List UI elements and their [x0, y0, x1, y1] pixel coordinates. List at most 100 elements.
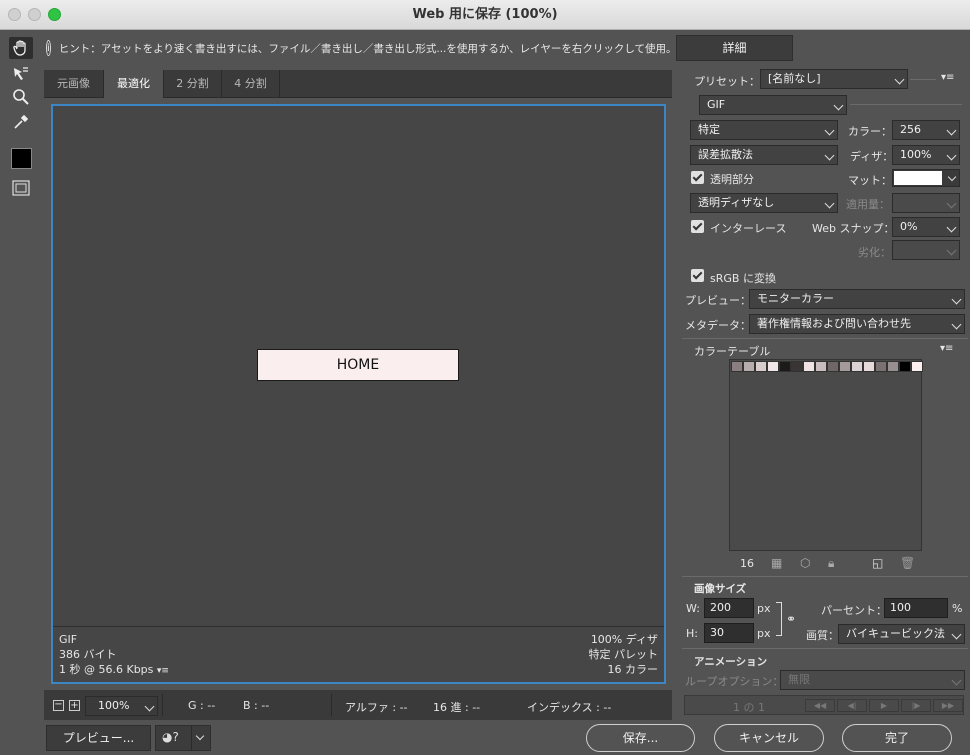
color-swatch[interactable] — [863, 361, 875, 372]
chevron-down-icon — [946, 245, 957, 256]
divider — [910, 79, 936, 80]
magnifier-icon — [13, 89, 29, 105]
color-reduction-select[interactable]: 特定 — [690, 120, 838, 140]
play-icon[interactable]: ▶ — [869, 699, 899, 712]
minimize-window-button[interactable] — [28, 8, 41, 21]
color-table-menu-icon[interactable]: ▾≡ — [940, 343, 953, 354]
transparency-dither-select[interactable]: 透明ディザなし — [690, 193, 838, 213]
color-swatch[interactable] — [875, 361, 887, 372]
tab-original[interactable]: 元画像 — [44, 70, 104, 98]
color-swatch[interactable] — [755, 361, 767, 372]
tool-panel — [0, 31, 40, 755]
chevron-down-icon — [946, 222, 957, 233]
download-speed-menu-icon[interactable]: ▾≡ — [157, 666, 169, 676]
loop-options-select[interactable]: 無限 — [780, 670, 965, 690]
cube-icon[interactable]: ⬡ — [800, 556, 810, 570]
lossy-label: 劣化： — [858, 246, 891, 259]
web-snap-value: 0% — [900, 220, 918, 233]
color-swatch[interactable] — [803, 361, 815, 372]
colors-select[interactable]: 256 — [892, 120, 960, 140]
preset-menu-icon[interactable]: ▾≡ — [941, 72, 954, 83]
color-swatch[interactable] — [851, 361, 863, 372]
animation-title: アニメーション — [694, 656, 768, 668]
tab-4up[interactable]: 4 分割 — [222, 70, 280, 98]
interlace-checkbox[interactable] — [691, 220, 704, 233]
done-button[interactable]: 完了 — [842, 724, 952, 752]
chevron-down-icon — [951, 319, 962, 330]
width-input[interactable]: 200 — [704, 598, 754, 618]
color-swatch[interactable] — [839, 361, 851, 372]
dither-amount-select[interactable]: 100% — [892, 145, 960, 165]
preview-canvas[interactable]: GIF 386 バイト 1 秒 @ 56.6 Kbps ▾≡ 100% ディザ … — [51, 104, 666, 684]
preview-color-select[interactable]: モニターカラー — [749, 289, 965, 309]
width-label: W: — [686, 602, 700, 615]
save-button[interactable]: 保存... — [586, 724, 695, 752]
height-label: H: — [686, 627, 698, 640]
next-frame-icon[interactable]: |▶ — [901, 699, 931, 712]
info-colors: 16 カラー — [607, 663, 659, 676]
dither-amount-value: 100% — [900, 148, 932, 161]
percent-unit: % — [952, 602, 963, 615]
toggle-slices-visibility[interactable] — [9, 177, 33, 199]
new-color-icon[interactable]: ◱ — [872, 556, 883, 570]
color-swatch[interactable] — [827, 361, 839, 372]
amount-select[interactable] — [892, 193, 960, 213]
lock-color-icon[interactable]: 🔒︎ — [828, 556, 834, 571]
previous-frame-icon[interactable]: ◀| — [837, 699, 867, 712]
dither-algorithm-value: 誤差拡散法 — [698, 148, 753, 161]
first-frame-icon[interactable]: ◀◀ — [805, 699, 835, 712]
lossy-select[interactable] — [892, 240, 960, 260]
eyedropper-color-swatch[interactable] — [11, 148, 32, 169]
zoom-level-select[interactable]: 100% — [85, 696, 158, 716]
color-swatch[interactable] — [779, 361, 791, 372]
color-swatch[interactable] — [887, 361, 899, 372]
cancel-button[interactable]: キャンセル — [714, 724, 824, 752]
zoom-in-button[interactable]: + — [69, 700, 80, 711]
hand-tool[interactable] — [9, 37, 33, 59]
color-table-grid[interactable] — [729, 359, 923, 551]
slice-select-tool[interactable] — [9, 63, 33, 85]
zoom-tool[interactable] — [9, 86, 33, 108]
zoom-window-button[interactable] — [48, 8, 61, 21]
srgb-checkbox[interactable] — [691, 269, 704, 282]
divider — [191, 726, 192, 750]
tab-optimized[interactable]: 最適化 — [104, 70, 164, 98]
color-swatch[interactable] — [911, 361, 923, 372]
detail-button[interactable]: 詳細 — [676, 35, 793, 61]
chevron-down-icon — [195, 731, 205, 741]
percent-input[interactable]: 100 — [884, 598, 948, 618]
matte-color-swatch — [894, 171, 942, 185]
matte-select[interactable] — [892, 169, 960, 187]
color-count: 16 — [740, 557, 754, 570]
color-swatch[interactable] — [899, 361, 911, 372]
tab-2up[interactable]: 2 分割 — [164, 70, 222, 98]
file-format-select[interactable]: GIF — [699, 95, 847, 115]
chevron-down-icon — [946, 125, 957, 136]
dither-algorithm-select[interactable]: 誤差拡散法 — [690, 145, 838, 165]
zoom-out-button[interactable]: − — [53, 700, 64, 711]
eyedropper-tool[interactable] — [9, 111, 33, 133]
trash-icon[interactable]: 🗑︎ — [900, 556, 915, 570]
height-input[interactable]: 30 — [704, 623, 754, 643]
transparency-checkbox[interactable] — [691, 171, 704, 184]
last-frame-icon[interactable]: ▶▶ — [933, 699, 963, 712]
close-window-button[interactable] — [8, 8, 21, 21]
color-swatch[interactable] — [731, 361, 743, 372]
divider — [682, 648, 968, 649]
color-swatch[interactable] — [743, 361, 755, 372]
link-icon[interactable]: ⚭ — [786, 612, 796, 626]
chevron-down-icon — [824, 125, 835, 136]
color-swatch[interactable] — [767, 361, 779, 372]
preset-select[interactable]: [名前なし] — [760, 69, 908, 89]
readout-hex: 16 進 : -- — [433, 701, 481, 714]
browser-select-button[interactable]: ◕? — [155, 725, 211, 751]
percent-label: パーセント： — [821, 604, 887, 617]
web-snap-select[interactable]: 0% — [892, 217, 960, 237]
preview-in-browser-button[interactable]: プレビュー... — [46, 725, 151, 751]
web-snap-color-icon[interactable]: ▦ — [771, 556, 782, 570]
metadata-select[interactable]: 著作権情報および問い合わせ先 — [749, 314, 965, 334]
resample-quality-select[interactable]: バイキュービック法 — [838, 624, 965, 644]
color-swatch[interactable] — [791, 361, 803, 372]
color-swatch[interactable] — [815, 361, 827, 372]
web-snap-label: Web スナップ： — [812, 222, 895, 235]
